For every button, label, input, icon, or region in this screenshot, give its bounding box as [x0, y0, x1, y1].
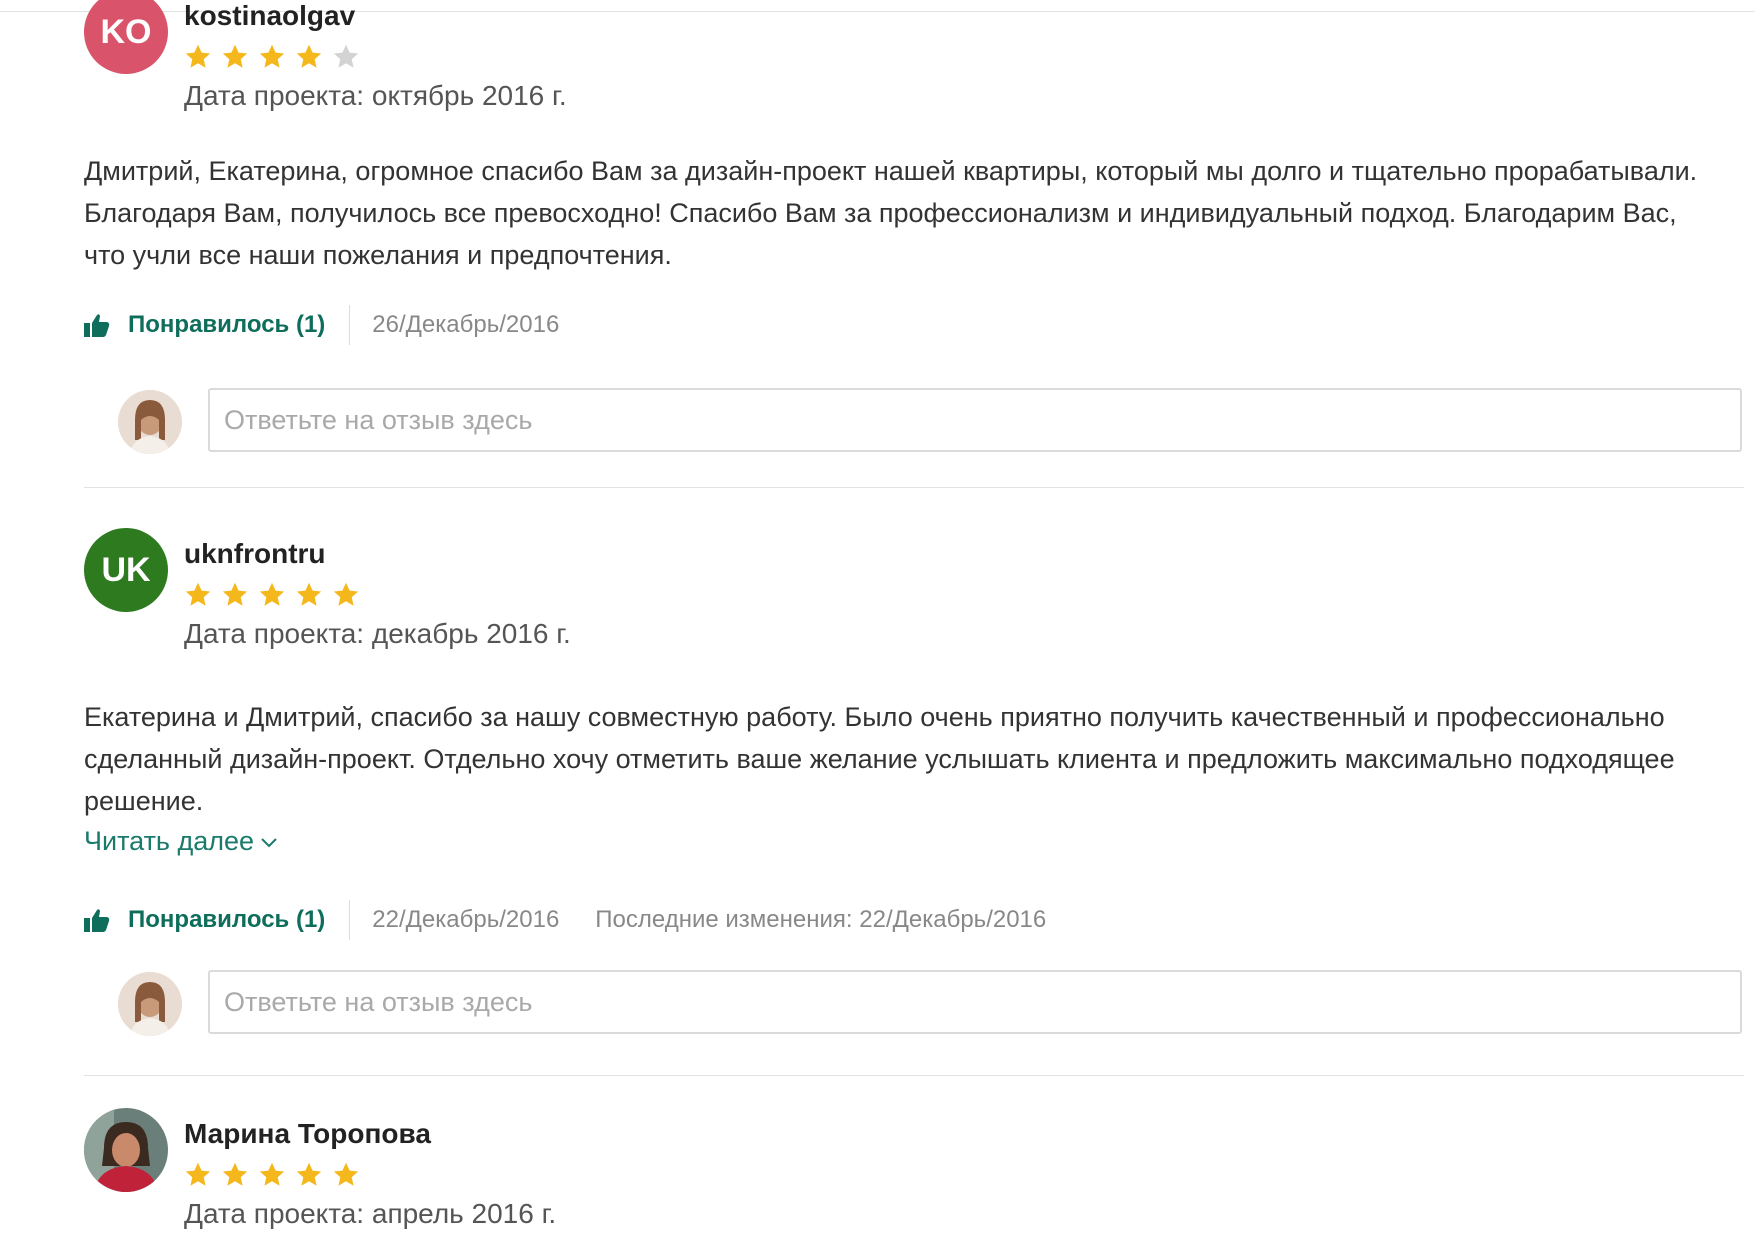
star-icon	[296, 44, 322, 68]
chevron-down-icon	[261, 838, 277, 848]
reviewer-name[interactable]: Марина Торопова	[184, 1118, 431, 1150]
star-rating	[184, 580, 369, 614]
star-icon	[333, 44, 359, 68]
thumbs-up-icon	[84, 314, 110, 337]
thumbs-up-icon	[84, 909, 110, 932]
review-text: Екатерина и Дмитрий, спасибо за нашу сов…	[84, 702, 1675, 816]
like-label[interactable]: Понравилось (1)	[128, 311, 325, 339]
star-icon	[259, 44, 285, 68]
read-more-link[interactable]: Читать далее	[84, 826, 278, 857]
star-icon	[259, 1162, 285, 1186]
avatar[interactable]: KO	[84, 0, 168, 74]
separator	[349, 305, 351, 345]
review-date: 26/Декабрь/2016	[372, 311, 560, 338]
star-rating	[184, 42, 369, 76]
star-icon	[222, 1162, 248, 1186]
like-button[interactable]: Понравилось (1)	[84, 906, 325, 934]
review-actions: Понравилось (1) 26/Декабрь/2016	[84, 305, 559, 345]
reviewer-name[interactable]: uknfrontru	[184, 538, 326, 570]
star-icon	[296, 582, 322, 606]
read-more-label[interactable]: Читать далее	[84, 826, 254, 856]
star-icon	[259, 582, 285, 606]
star-icon	[296, 1162, 322, 1186]
avatar[interactable]: UK	[84, 528, 168, 612]
divider	[84, 487, 1744, 488]
review-text: Дмитрий, Екатерина, огромное спасибо Вам…	[84, 156, 1698, 270]
star-icon	[222, 582, 248, 606]
reply-box	[118, 388, 1744, 456]
project-date: Дата проекта: октябрь 2016 г.	[184, 80, 567, 111]
project-date: Дата проекта: апрель 2016 г.	[184, 1198, 557, 1229]
star-icon	[185, 582, 211, 606]
user-avatar	[118, 390, 182, 454]
review-date: 22/Декабрь/2016	[372, 906, 560, 933]
divider	[84, 1075, 1744, 1076]
star-icon	[185, 44, 211, 68]
star-rating	[184, 1160, 369, 1194]
star-icon	[333, 582, 359, 606]
project-date: Дата проекта: декабрь 2016 г.	[184, 618, 571, 649]
last-modified: Последние изменения: 22/Декабрь/2016	[595, 906, 1047, 933]
reviewer-name[interactable]: kostinaolgav	[184, 0, 355, 32]
user-avatar	[118, 972, 182, 1036]
review-actions: Понравилось (1) 22/Декабрь/2016 Последни…	[84, 900, 1046, 940]
like-button[interactable]: Понравилось (1)	[84, 311, 325, 339]
reply-box	[118, 970, 1744, 1038]
reply-input[interactable]	[208, 388, 1742, 452]
avatar[interactable]	[84, 1108, 168, 1192]
star-icon	[222, 44, 248, 68]
star-icon	[185, 1162, 211, 1186]
star-icon	[333, 1162, 359, 1186]
like-label[interactable]: Понравилось (1)	[128, 906, 325, 934]
separator	[349, 900, 351, 940]
reply-input[interactable]	[208, 970, 1742, 1034]
